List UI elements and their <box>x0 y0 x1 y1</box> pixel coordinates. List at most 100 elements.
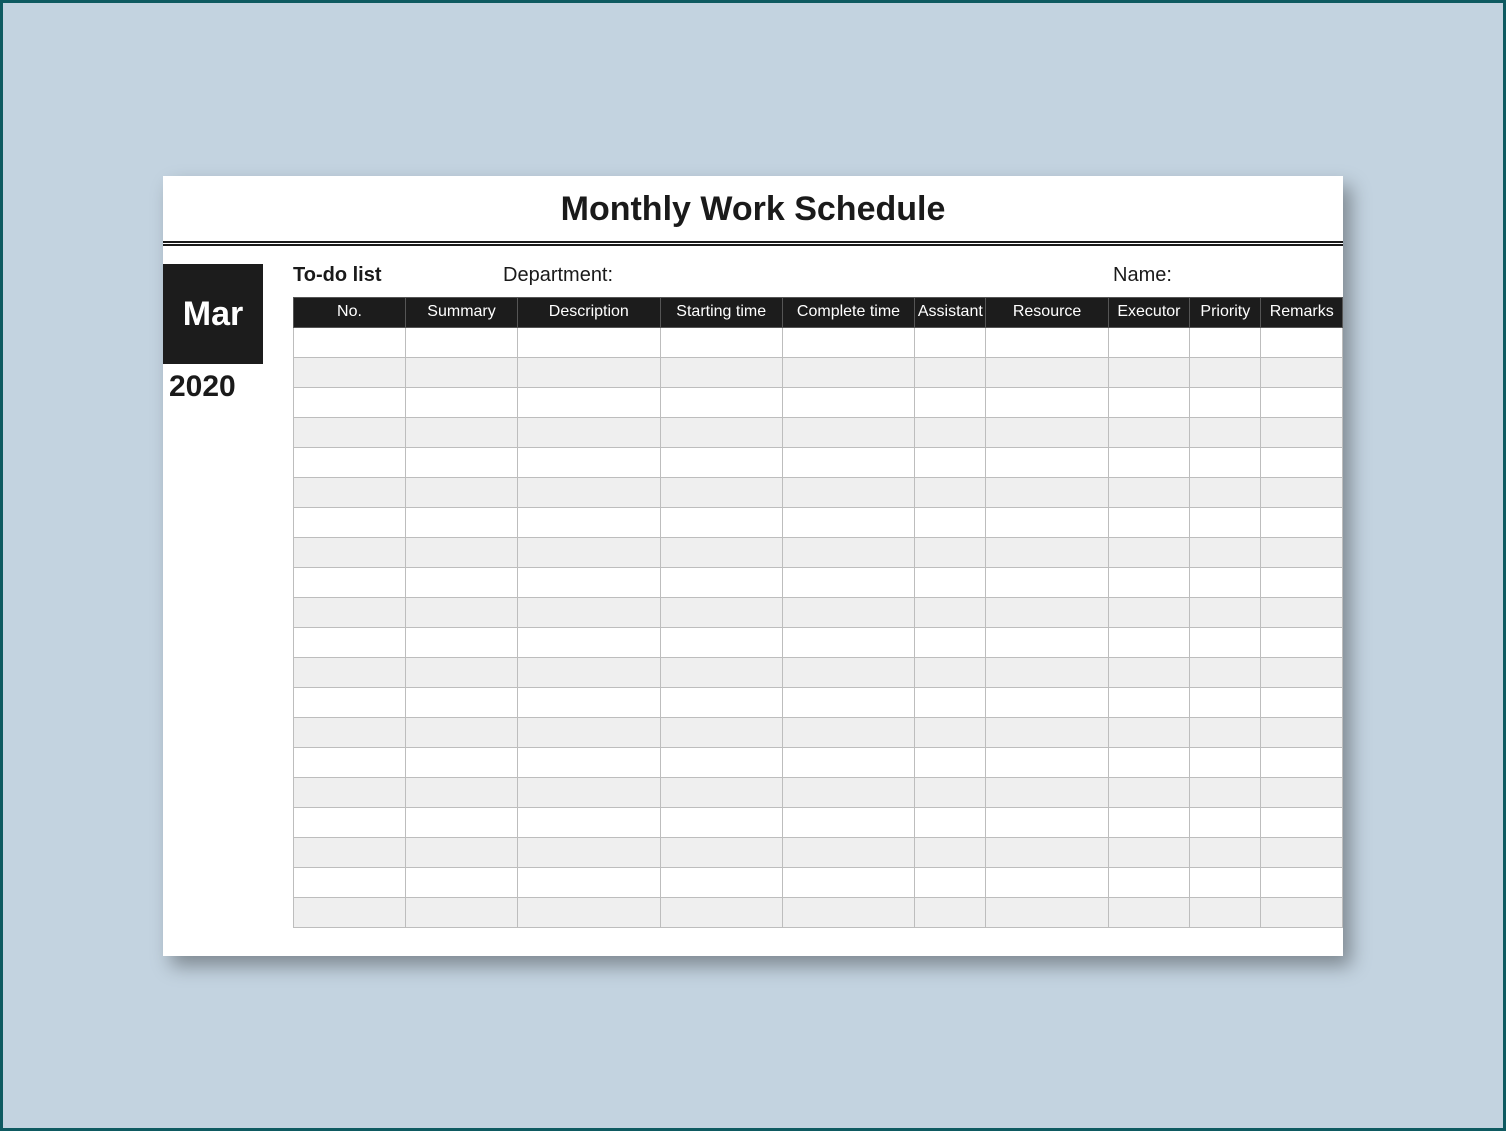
cell[interactable] <box>915 627 986 657</box>
cell[interactable] <box>915 777 986 807</box>
cell[interactable] <box>294 687 406 717</box>
cell[interactable] <box>1190 777 1261 807</box>
cell[interactable] <box>518 417 661 447</box>
cell[interactable] <box>915 897 986 927</box>
cell[interactable] <box>1190 747 1261 777</box>
cell[interactable] <box>782 597 914 627</box>
cell[interactable] <box>1261 807 1343 837</box>
cell[interactable] <box>1261 537 1343 567</box>
cell[interactable] <box>406 867 518 897</box>
cell[interactable] <box>782 807 914 837</box>
cell[interactable] <box>986 537 1108 567</box>
cell[interactable] <box>406 417 518 447</box>
cell[interactable] <box>986 477 1108 507</box>
cell[interactable] <box>782 627 914 657</box>
cell[interactable] <box>1190 327 1261 357</box>
cell[interactable] <box>782 567 914 597</box>
cell[interactable] <box>986 657 1108 687</box>
cell[interactable] <box>518 747 661 777</box>
cell[interactable] <box>782 747 914 777</box>
cell[interactable] <box>1190 447 1261 477</box>
cell[interactable] <box>294 567 406 597</box>
cell[interactable] <box>1261 717 1343 747</box>
cell[interactable] <box>294 837 406 867</box>
cell[interactable] <box>294 537 406 567</box>
cell[interactable] <box>1190 507 1261 537</box>
cell[interactable] <box>294 507 406 537</box>
cell[interactable] <box>294 357 406 387</box>
cell[interactable] <box>1108 507 1189 537</box>
cell[interactable] <box>518 867 661 897</box>
cell[interactable] <box>1108 447 1189 477</box>
cell[interactable] <box>294 447 406 477</box>
cell[interactable] <box>986 447 1108 477</box>
cell[interactable] <box>1108 357 1189 387</box>
cell[interactable] <box>1261 837 1343 867</box>
cell[interactable] <box>1108 837 1189 867</box>
cell[interactable] <box>915 747 986 777</box>
cell[interactable] <box>915 507 986 537</box>
cell[interactable] <box>660 357 782 387</box>
cell[interactable] <box>915 717 986 747</box>
cell[interactable] <box>294 417 406 447</box>
cell[interactable] <box>518 687 661 717</box>
cell[interactable] <box>1261 357 1343 387</box>
cell[interactable] <box>1261 477 1343 507</box>
cell[interactable] <box>782 867 914 897</box>
cell[interactable] <box>782 717 914 747</box>
cell[interactable] <box>1190 567 1261 597</box>
cell[interactable] <box>406 357 518 387</box>
cell[interactable] <box>782 657 914 687</box>
cell[interactable] <box>782 897 914 927</box>
cell[interactable] <box>406 327 518 357</box>
cell[interactable] <box>1261 687 1343 717</box>
cell[interactable] <box>986 357 1108 387</box>
cell[interactable] <box>915 417 986 447</box>
cell[interactable] <box>1190 867 1261 897</box>
cell[interactable] <box>1261 417 1343 447</box>
cell[interactable] <box>294 387 406 417</box>
cell[interactable] <box>915 447 986 477</box>
cell[interactable] <box>518 507 661 537</box>
cell[interactable] <box>1108 537 1189 567</box>
cell[interactable] <box>782 447 914 477</box>
cell[interactable] <box>986 807 1108 837</box>
cell[interactable] <box>986 327 1108 357</box>
cell[interactable] <box>518 777 661 807</box>
cell[interactable] <box>915 387 986 417</box>
cell[interactable] <box>660 597 782 627</box>
cell[interactable] <box>1261 657 1343 687</box>
cell[interactable] <box>294 717 406 747</box>
cell[interactable] <box>660 327 782 357</box>
cell[interactable] <box>986 867 1108 897</box>
cell[interactable] <box>782 537 914 567</box>
cell[interactable] <box>518 657 661 687</box>
cell[interactable] <box>660 657 782 687</box>
cell[interactable] <box>1261 777 1343 807</box>
cell[interactable] <box>782 387 914 417</box>
cell[interactable] <box>518 597 661 627</box>
cell[interactable] <box>915 327 986 357</box>
cell[interactable] <box>406 837 518 867</box>
cell[interactable] <box>294 627 406 657</box>
cell[interactable] <box>518 327 661 357</box>
cell[interactable] <box>986 687 1108 717</box>
cell[interactable] <box>1190 477 1261 507</box>
cell[interactable] <box>406 537 518 567</box>
cell[interactable] <box>660 447 782 477</box>
cell[interactable] <box>1190 807 1261 837</box>
cell[interactable] <box>1190 837 1261 867</box>
cell[interactable] <box>518 567 661 597</box>
cell[interactable] <box>1108 627 1189 657</box>
cell[interactable] <box>986 717 1108 747</box>
cell[interactable] <box>1190 657 1261 687</box>
cell[interactable] <box>915 867 986 897</box>
cell[interactable] <box>660 837 782 867</box>
cell[interactable] <box>660 687 782 717</box>
cell[interactable] <box>986 747 1108 777</box>
cell[interactable] <box>406 777 518 807</box>
cell[interactable] <box>986 837 1108 867</box>
cell[interactable] <box>294 597 406 627</box>
cell[interactable] <box>1108 867 1189 897</box>
cell[interactable] <box>660 627 782 657</box>
